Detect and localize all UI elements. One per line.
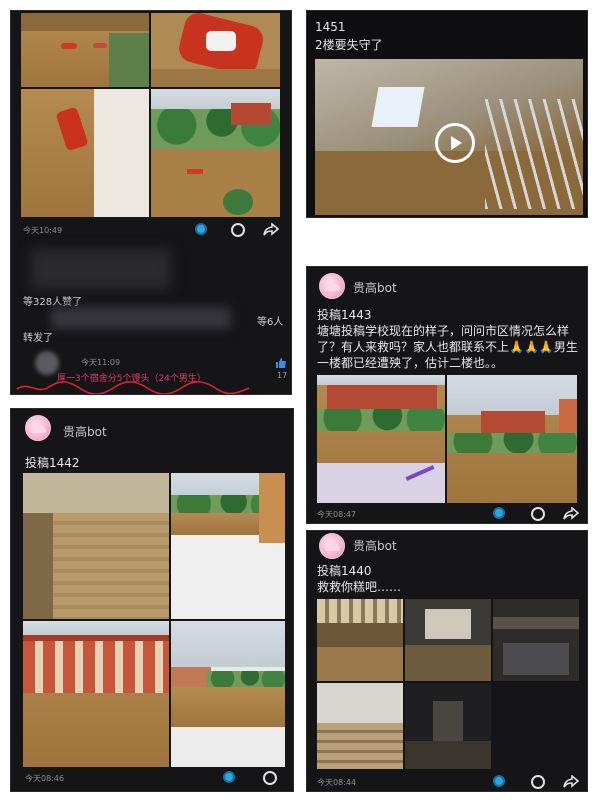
avatar xyxy=(319,273,345,299)
post-card-d: 贵高bot 投稿1442 今天08:46 xyxy=(10,408,294,792)
post-card-a: 今天10:49 等328人赞了 等6人 转发了 今天11:09 厚一3个宿舍分5… xyxy=(10,10,292,395)
comment-icon[interactable] xyxy=(231,223,245,237)
flooded-hallway-photo[interactable] xyxy=(317,599,403,681)
bot-name[interactable]: 贵高bot xyxy=(353,537,397,554)
comment-icon[interactable] xyxy=(263,771,277,785)
flooded-building-photo[interactable] xyxy=(447,375,577,503)
annotation-underline xyxy=(16,381,250,394)
flooded-campus-photo[interactable] xyxy=(317,375,445,503)
avatar xyxy=(25,415,51,441)
commenter-avatar xyxy=(35,351,59,375)
flooded-dorm-photo[interactable] xyxy=(23,621,169,767)
post-id: 1451 xyxy=(315,20,346,34)
timestamp: 今天10:49 xyxy=(23,226,63,235)
post-title: 投稿1442 xyxy=(25,456,80,470)
post-card-c: 贵高bot 投稿1443 塘塘投稿学校现在的样子，问问市区情况怎么样了？有人来救… xyxy=(306,266,588,524)
flooded-staircase-photo[interactable] xyxy=(317,683,403,769)
play-icon[interactable] xyxy=(435,123,475,163)
flooded-stairs-photo[interactable] xyxy=(23,473,169,619)
avatar xyxy=(319,533,345,559)
post-title: 投稿1440 xyxy=(317,564,372,578)
comment-icon[interactable] xyxy=(531,507,545,521)
flooded-wall-photo[interactable] xyxy=(21,89,149,217)
like-names-text: 等6人 xyxy=(257,317,284,328)
flooded-village-photo[interactable] xyxy=(151,89,280,217)
status-dot-icon[interactable] xyxy=(223,771,235,783)
timestamp: 今天08:44 xyxy=(317,778,357,787)
blurred-region xyxy=(51,307,231,329)
flooded-corridor-photo[interactable] xyxy=(405,599,491,681)
post-title: 投稿1443 xyxy=(317,308,372,322)
like-count-text: 等328人赞了 xyxy=(23,297,83,308)
status-dot-icon[interactable] xyxy=(493,775,505,787)
forwarded-label: 转发了 xyxy=(23,333,53,344)
share-icon[interactable] xyxy=(563,507,579,521)
post-body: 救救你糕吧…… xyxy=(317,580,402,594)
bot-name[interactable]: 贵高bot xyxy=(353,279,397,296)
stairwell-video-thumbnail[interactable] xyxy=(315,59,583,215)
comment-time: 今天11:09 xyxy=(81,358,121,367)
dark-corridor-photo[interactable] xyxy=(405,683,491,769)
share-icon[interactable] xyxy=(263,223,279,237)
status-dot-icon[interactable] xyxy=(195,223,207,235)
post-card-b: 1451 2楼要失守了 xyxy=(306,10,588,218)
flooded-lobby-photo[interactable] xyxy=(493,599,579,681)
window-flood-view-photo[interactable] xyxy=(171,621,285,767)
rescue-team-photo[interactable] xyxy=(151,13,280,87)
like-icon[interactable] xyxy=(275,357,287,369)
comment-icon[interactable] xyxy=(531,775,545,789)
rescue-boats-photo[interactable] xyxy=(21,13,149,87)
window-view-photo[interactable] xyxy=(171,473,285,619)
timestamp: 今天08:46 xyxy=(25,774,65,783)
status-dot-icon[interactable] xyxy=(493,507,505,519)
post-caption: 2楼要失守了 xyxy=(315,38,383,52)
post-body: 塘塘投稿学校现在的样子，问问市区情况怎么样了？有人来救吗？家人也都联系不上🙏🙏🙏… xyxy=(317,324,578,370)
bot-name[interactable]: 贵高bot xyxy=(63,423,107,440)
timestamp: 今天08:47 xyxy=(317,510,357,519)
post-card-e: 贵高bot 投稿1440 救救你糕吧…… 今天08:44 xyxy=(306,530,588,792)
blurred-region xyxy=(31,249,171,289)
share-icon[interactable] xyxy=(563,775,579,789)
